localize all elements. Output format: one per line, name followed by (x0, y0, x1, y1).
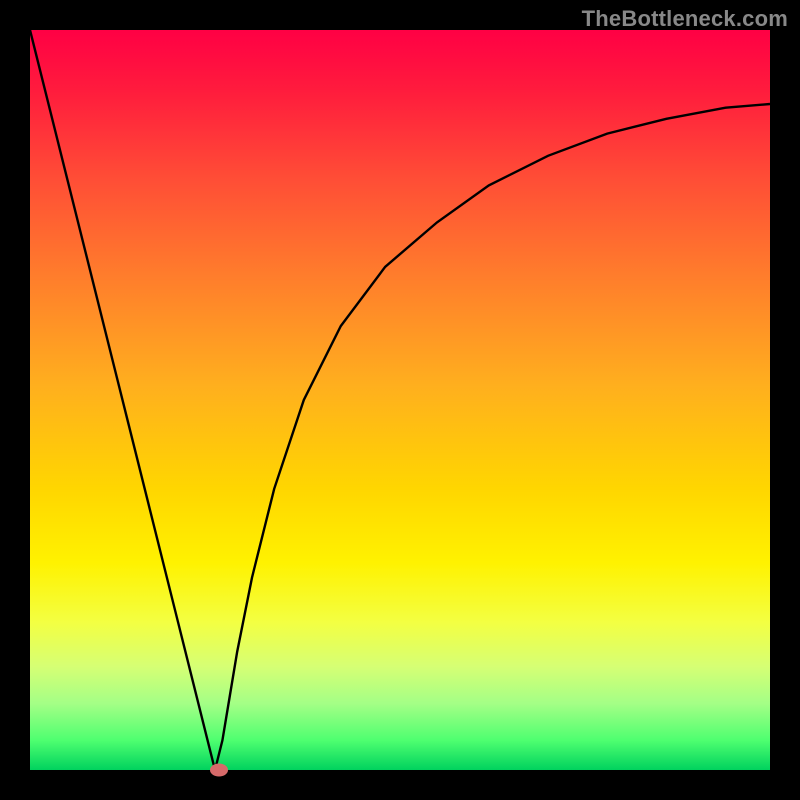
bottleneck-curve-path (30, 30, 770, 770)
optimal-point-marker (210, 764, 228, 777)
watermark-text: TheBottleneck.com (582, 6, 788, 32)
plot-area (30, 30, 770, 770)
bottleneck-curve-svg (30, 30, 770, 770)
chart-container: TheBottleneck.com (0, 0, 800, 800)
